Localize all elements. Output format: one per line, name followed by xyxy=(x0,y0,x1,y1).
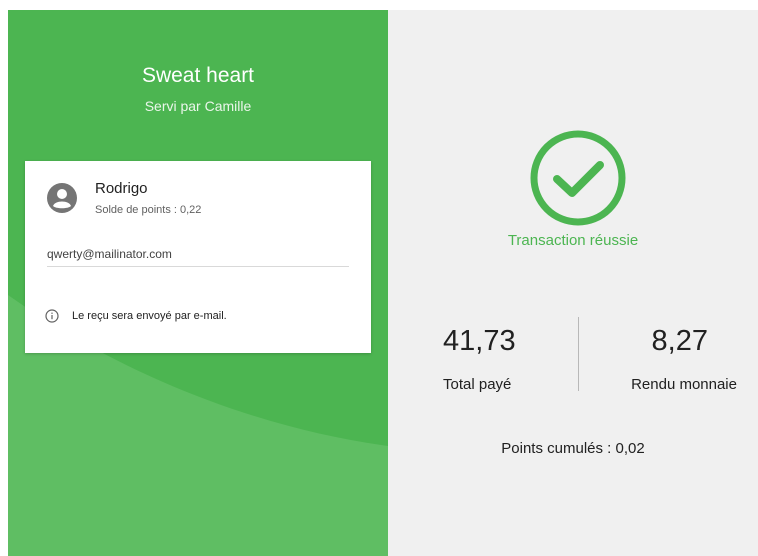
total-paid-value: 41,73 xyxy=(443,325,516,357)
customer-name: Rodrigo xyxy=(95,180,148,197)
payment-confirmation-screen: Sweat heart Servi par Camille Rodrigo So… xyxy=(0,0,758,556)
transaction-status: Transaction réussie xyxy=(507,232,639,249)
receipt-note: Le reçu sera envoyé par e-mail. xyxy=(72,310,227,322)
check-circle-icon xyxy=(530,130,626,226)
change-value: 8,27 xyxy=(651,325,708,357)
served-by-label: Servi par Camille xyxy=(144,98,252,114)
account-circle-icon xyxy=(47,183,77,213)
total-paid-label: Total payé xyxy=(443,376,512,393)
shop-name: Sweat heart xyxy=(141,64,255,87)
shop-panel: Sweat heart Servi par Camille Rodrigo So… xyxy=(8,10,388,556)
email-field[interactable]: qwerty@mailinator.com xyxy=(47,247,349,267)
divider xyxy=(578,317,579,391)
points-balance: Solde de points : 0,22 xyxy=(95,204,202,216)
transaction-panel: Transaction réussie 41,73 Total payé 8,2… xyxy=(388,10,758,556)
points-earned: Points cumulés : 0,02 xyxy=(501,440,645,457)
info-icon xyxy=(45,309,59,323)
change-label: Rendu monnaie xyxy=(631,376,737,393)
customer-card: Rodrigo Solde de points : 0,22 qwerty@ma… xyxy=(25,161,371,353)
